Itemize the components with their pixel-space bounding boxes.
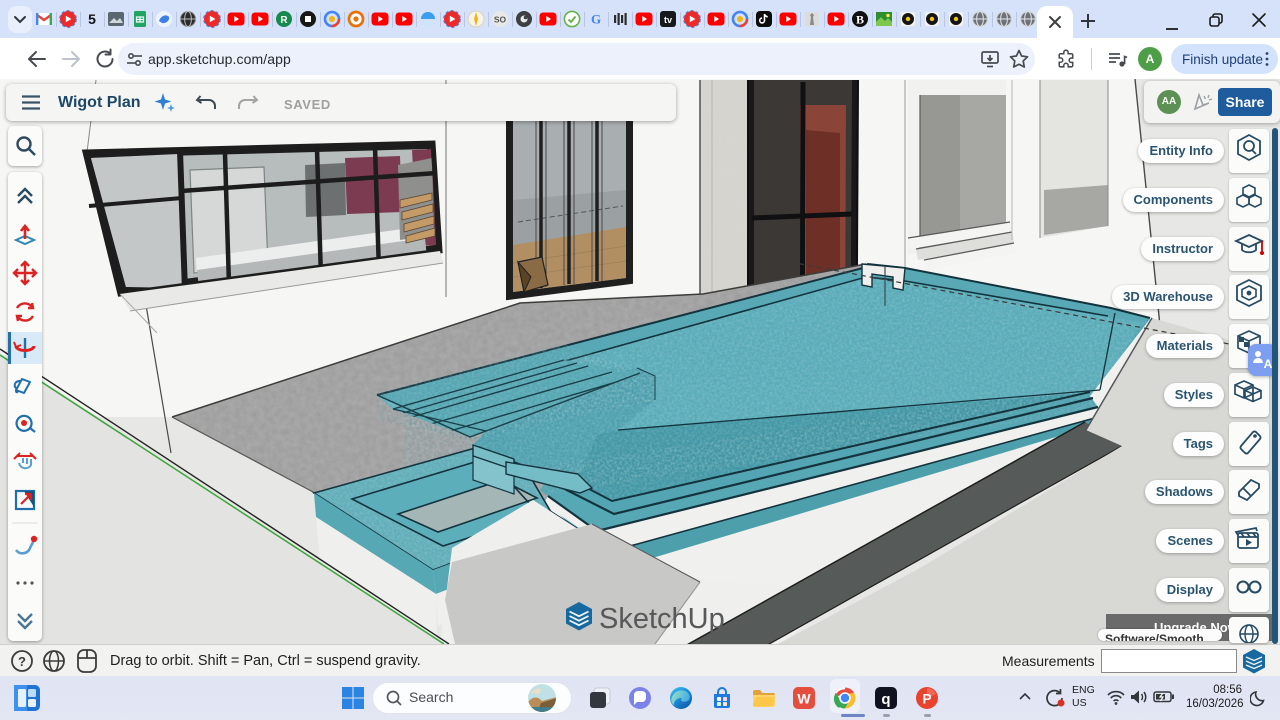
svg-text:SO: SO [494, 15, 507, 25]
svg-text:W: W [797, 691, 811, 707]
svg-text:5: 5 [88, 11, 96, 27]
svg-text:q: q [881, 691, 890, 708]
svg-text:SketchUp: SketchUp [599, 603, 725, 635]
svg-text:?: ? [18, 654, 26, 669]
svg-text:B: B [856, 13, 864, 27]
svg-text:G: G [591, 12, 601, 27]
svg-text:P: P [922, 692, 931, 707]
svg-text:R: R [280, 15, 288, 26]
svg-text:tv: tv [664, 15, 672, 25]
